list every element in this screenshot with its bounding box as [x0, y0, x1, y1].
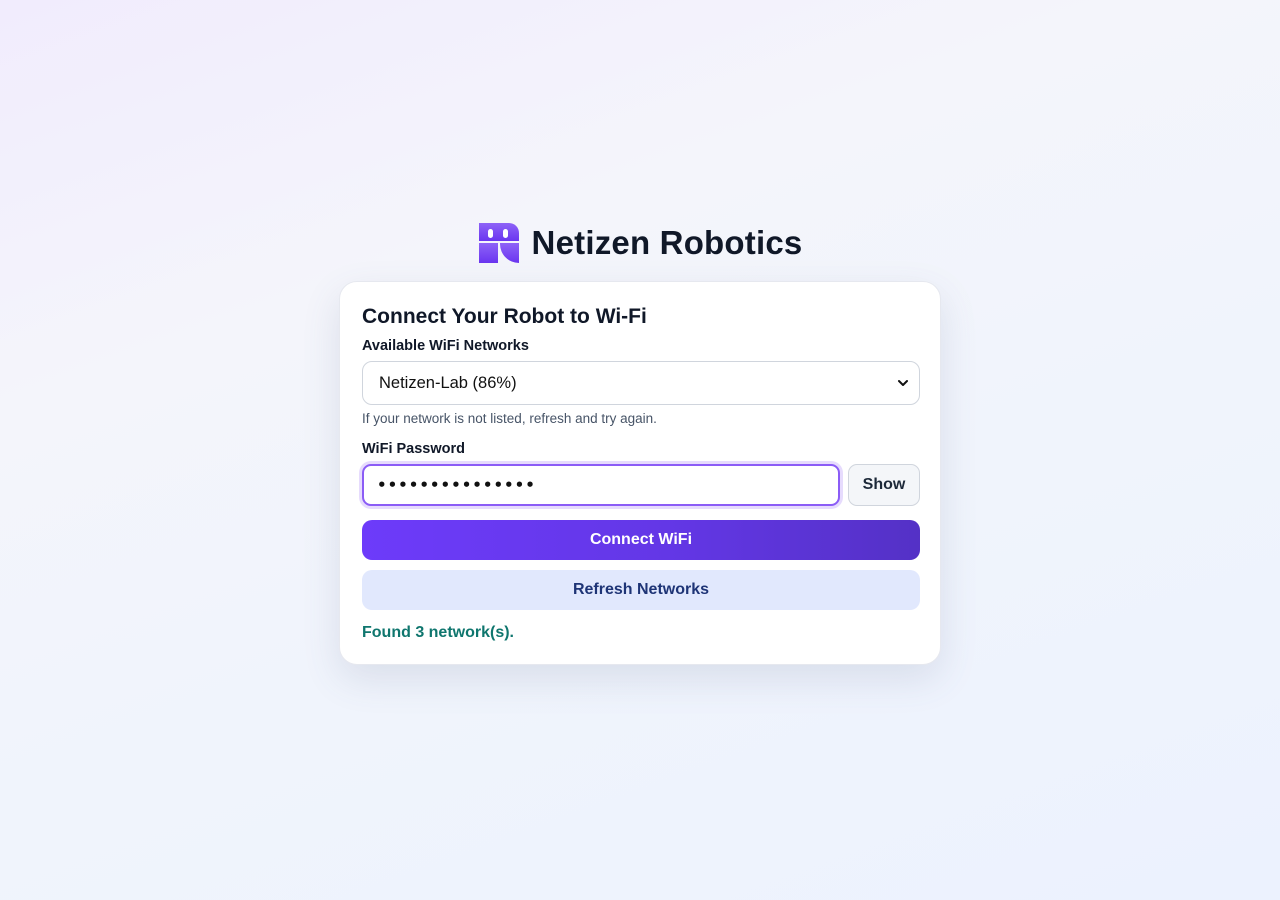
brand-header: Netizen Robotics — [0, 221, 1280, 265]
chevron-down-icon — [898, 380, 908, 386]
network-hint: If your network is not listed, refresh a… — [362, 411, 657, 426]
wifi-setup-card: Connect Your Robot to Wi-Fi Available Wi… — [339, 281, 941, 665]
brand-name: Netizen Robotics — [531, 224, 803, 261]
robot-face-logo-icon — [478, 223, 519, 263]
card-title: Connect Your Robot to Wi-Fi — [362, 305, 647, 328]
network-select[interactable]: Netizen-Lab (86%) — [362, 361, 920, 405]
network-select-value: Netizen-Lab (86%) — [379, 373, 517, 392]
password-masked-value: ••••••••••••••• — [377, 476, 536, 494]
connect-wifi-button[interactable]: Connect WiFi — [362, 520, 920, 560]
networks-label: Available WiFi Networks — [362, 338, 529, 354]
password-label: WiFi Password — [362, 441, 466, 457]
status-message: Found 3 network(s). — [362, 624, 514, 641]
password-input[interactable]: ••••••••••••••• — [362, 464, 840, 506]
refresh-networks-button[interactable]: Refresh Networks — [362, 570, 920, 610]
show-password-button[interactable]: Show — [848, 464, 920, 506]
